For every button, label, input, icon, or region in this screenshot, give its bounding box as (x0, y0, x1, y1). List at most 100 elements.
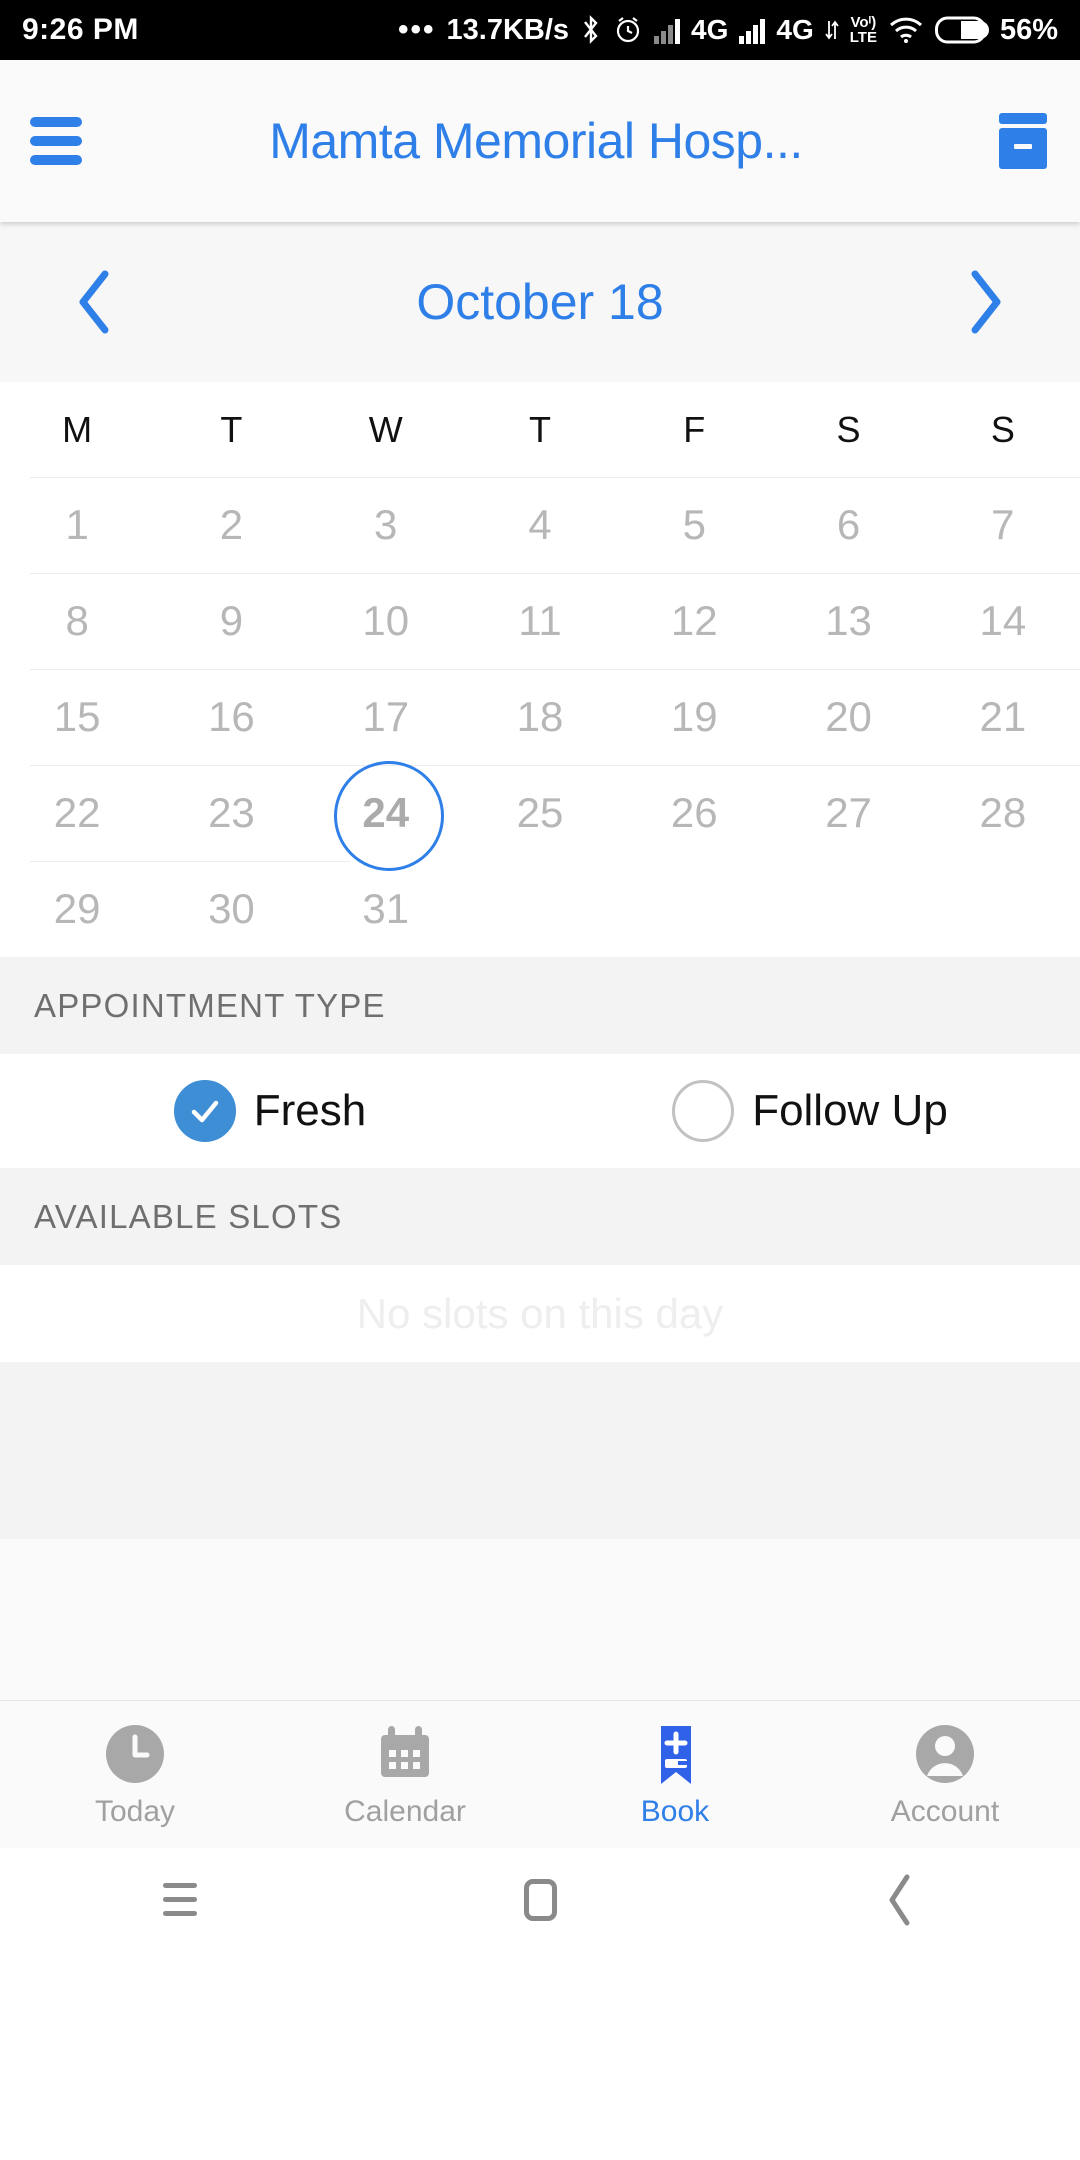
clock-icon (103, 1721, 167, 1787)
wifi-icon (888, 16, 924, 44)
calendar-day-cell-selected[interactable]: 24 (309, 761, 463, 871)
calendar-week-row: 1 2 3 4 5 6 7 (0, 477, 1080, 573)
nav-item-today[interactable]: Today (0, 1721, 270, 1829)
sim2-signal-icon (739, 16, 766, 44)
calendar-day-cell[interactable]: 11 (463, 573, 617, 669)
calendar-day-cell[interactable]: 7 (926, 477, 1080, 573)
calendar-day-cell[interactable]: 26 (617, 765, 771, 861)
day-number: 11 (518, 597, 562, 644)
day-number: 28 (979, 789, 1027, 836)
data-transfer-icon (825, 17, 839, 43)
calendar-day-cell[interactable]: 3 (309, 477, 463, 573)
day-number: 26 (670, 789, 718, 836)
day-number: 13 (825, 597, 872, 644)
day-number: 29 (53, 885, 101, 932)
day-number: 21 (979, 693, 1027, 740)
day-number: 16 (208, 693, 255, 740)
calendar-day-cell[interactable]: 17 (309, 669, 463, 765)
day-number: 12 (670, 597, 718, 644)
bottom-navigation-bar: Today Calendar Book Account (0, 1700, 1080, 1848)
battery-icon (934, 15, 989, 45)
available-slots-list: No slots on this day (0, 1265, 1080, 1362)
status-bar-clock: 9:26 PM (22, 13, 139, 46)
hamburger-menu-icon[interactable] (30, 117, 86, 165)
calendar-week-row: 29 30 31 (0, 861, 1080, 957)
day-number: 9 (219, 597, 244, 644)
volte-bottom-label: LTE (849, 29, 877, 46)
back-chevron-icon[interactable] (840, 1860, 960, 1940)
appointment-type-label: Follow Up (752, 1086, 948, 1135)
calendar-day-cell[interactable]: 10 (309, 573, 463, 669)
calendar-day-cell[interactable]: 31 (309, 861, 463, 957)
calendar-grid: M T W T F S S 1 2 3 4 5 6 7 8 9 10 11 12… (0, 382, 1080, 957)
calendar-day-cell[interactable]: 27 (771, 765, 925, 861)
weekday-label: W (368, 408, 403, 450)
calendar-day-cell[interactable]: 15 (0, 669, 154, 765)
sim2-network-label: 4G (776, 14, 814, 45)
calendar-day-cell[interactable]: 19 (617, 669, 771, 765)
network-speed-label: 13.7KB/s (446, 13, 570, 46)
calendar-day-cell[interactable]: 6 (771, 477, 925, 573)
calendar-day-cell[interactable]: 8 (0, 573, 154, 669)
nav-item-account[interactable]: Account (810, 1721, 1080, 1829)
weekday-label: S (990, 408, 1015, 450)
overflow-dots-icon: ••• (397, 13, 436, 46)
day-number: 18 (516, 693, 564, 740)
calendar-week-row: 8 9 10 11 12 13 14 (0, 573, 1080, 669)
calendar-day-cell[interactable]: 23 (154, 765, 308, 861)
book-plus-icon (643, 1721, 707, 1787)
weekday-label: T (528, 408, 551, 450)
calendar-day-cell[interactable]: 29 (0, 861, 154, 957)
recents-icon[interactable] (120, 1860, 240, 1940)
calendar-day-cell[interactable]: 16 (154, 669, 308, 765)
bluetooth-icon (580, 14, 602, 46)
nav-label: Book (640, 1794, 710, 1828)
radio-checked-icon[interactable] (173, 1080, 236, 1142)
day-number: 8 (65, 597, 89, 644)
home-icon[interactable] (480, 1860, 600, 1940)
calendar-day-cell[interactable]: 4 (463, 477, 617, 573)
sim1-network-label: 4G (691, 14, 729, 45)
calendar-day-cell-empty (463, 861, 617, 957)
appointment-type-option-fresh[interactable]: Fresh (0, 1080, 540, 1142)
calendar-day-cell[interactable]: 25 (463, 765, 617, 861)
calendar-day-cell[interactable]: 5 (617, 477, 771, 573)
nav-label: Today (94, 1794, 176, 1828)
person-icon (913, 1721, 977, 1787)
calendar-day-cell[interactable]: 22 (0, 765, 154, 861)
calendar-day-cell[interactable]: 18 (463, 669, 617, 765)
nav-item-calendar[interactable]: Calendar (270, 1721, 540, 1829)
day-number: 6 (836, 501, 861, 548)
calendar-day-cell[interactable]: 14 (926, 573, 1080, 669)
radio-unchecked-icon[interactable] (672, 1080, 735, 1142)
calendar-day-cell[interactable]: 21 (926, 669, 1080, 765)
calendar-day-cell[interactable]: 1 (0, 477, 154, 573)
calendar-day-cell[interactable]: 20 (771, 669, 925, 765)
home-glyph (523, 1878, 557, 1921)
day-number: 25 (516, 789, 564, 836)
calendar-day-cell-empty (771, 861, 925, 957)
status-bar: 9:26 PM ••• 13.7KB/s 4G 4G Voᴵ) LTE 56% (0, 0, 1080, 60)
day-number: 2 (219, 501, 244, 548)
month-navigation: October 18 (0, 222, 1080, 382)
content-bottom-spacer (0, 1539, 1080, 1700)
calendar-day-cell[interactable]: 28 (926, 765, 1080, 861)
calendar-day-cell[interactable]: 12 (617, 573, 771, 669)
battery-percent-label: 56% (999, 13, 1058, 46)
calendar-day-cell[interactable]: 9 (154, 573, 308, 669)
previous-month-button[interactable] (60, 267, 130, 337)
calendar-day-cell[interactable]: 2 (154, 477, 308, 573)
calendar-day-cell[interactable]: 13 (771, 573, 925, 669)
day-number: 27 (825, 789, 872, 836)
id-card-top (999, 113, 1047, 124)
appointment-type-label: Fresh (253, 1086, 367, 1135)
id-card-icon[interactable] (996, 113, 1050, 169)
nav-label: Account (890, 1794, 1000, 1828)
weekday-label: S (836, 408, 861, 450)
nav-item-book[interactable]: Book (540, 1721, 810, 1829)
day-number: 23 (208, 789, 255, 836)
calendar-day-cell[interactable]: 30 (154, 861, 308, 957)
appointment-type-option-follow-up[interactable]: Follow Up (540, 1080, 1080, 1142)
day-number: 19 (670, 693, 718, 740)
next-month-button[interactable] (950, 267, 1020, 337)
